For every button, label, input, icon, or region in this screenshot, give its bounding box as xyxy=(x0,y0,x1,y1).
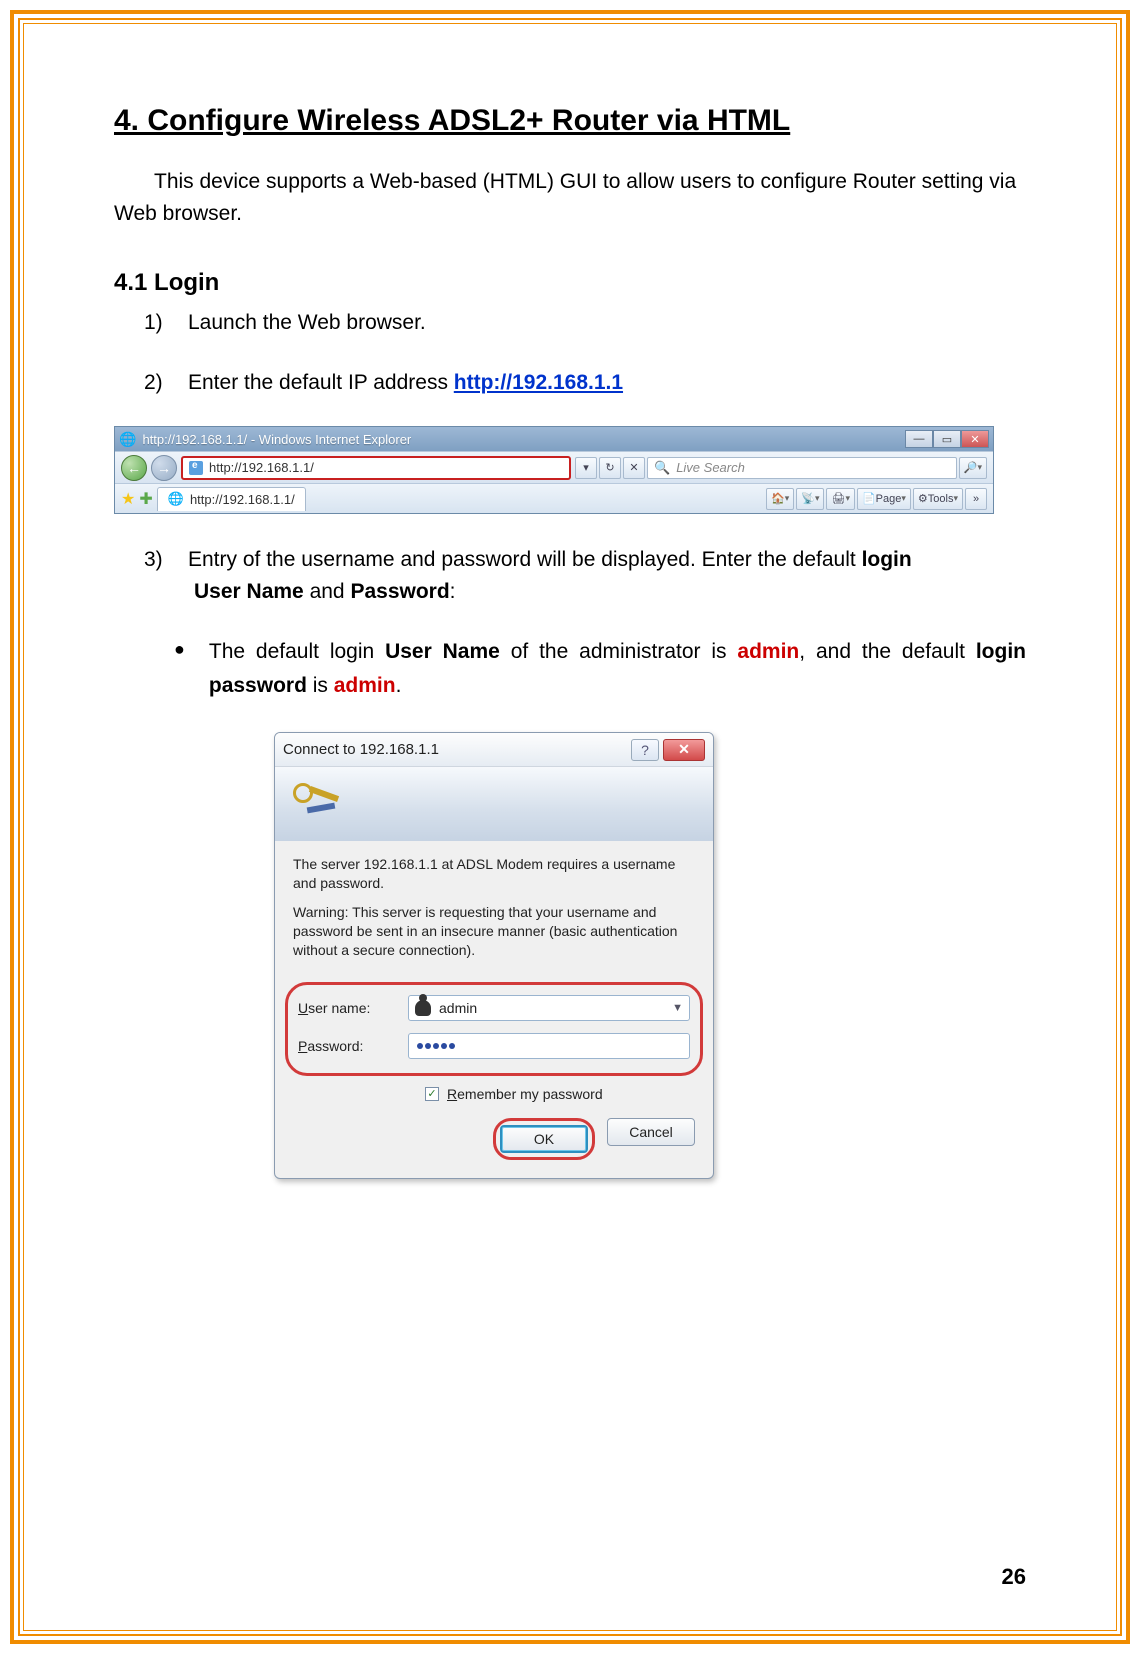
page-menu-button[interactable]: 📄 Page ▾ xyxy=(857,488,911,510)
text: , and the default xyxy=(799,640,976,663)
step-3-cont: User Name and Password: xyxy=(194,576,1026,608)
dialog-body: The server 192.168.1.1 at ADSL Modem req… xyxy=(275,841,713,975)
address-bar[interactable]: http://192.168.1.1/ xyxy=(181,456,571,480)
label-rest: emember my password xyxy=(457,1086,603,1102)
username-value: admin xyxy=(439,1000,477,1016)
auth-dialog: Connect to 192.168.1.1 ? ✕ The server 19… xyxy=(274,732,714,1178)
dialog-titlebar: Connect to 192.168.1.1 ? ✕ xyxy=(275,733,713,767)
stop-button[interactable]: ✕ xyxy=(623,457,645,479)
step-number: 3) xyxy=(144,544,172,576)
subsection-heading: 4.1 Login xyxy=(114,269,1026,297)
close-button[interactable]: ✕ xyxy=(961,430,989,448)
page-icon xyxy=(189,461,203,475)
refresh-button[interactable]: ↻ xyxy=(599,457,621,479)
search-icon: 🔍 xyxy=(654,460,670,476)
remember-row: ✓ Remember my password xyxy=(425,1086,713,1102)
text-emphasis: admin xyxy=(334,674,396,697)
minimize-button[interactable]: — xyxy=(905,430,933,448)
window-title: http://192.168.1.1/ - Windows Internet E… xyxy=(142,432,899,447)
label: Page xyxy=(876,493,902,505)
intro-paragraph: This device supports a Web-based (HTML) … xyxy=(114,166,1026,229)
dialog-banner xyxy=(275,767,713,841)
dialog-message-1: The server 192.168.1.1 at ADSL Modem req… xyxy=(293,855,695,893)
search-go-button[interactable]: 🔎 ▾ xyxy=(959,457,987,479)
username-combo[interactable]: admin ▼ xyxy=(408,995,690,1021)
feeds-button[interactable]: 📡 ▾ xyxy=(796,488,824,510)
credentials-group: User name: admin ▼ Password: xyxy=(285,982,703,1076)
text-bold: Password xyxy=(350,580,449,603)
text: is xyxy=(307,674,334,697)
text-bold: login xyxy=(862,548,912,571)
ie-tab-row: ★ ✚ 🌐 http://192.168.1.1/ 🏠 ▾ 📡 ▾ 🖨 ▾ 📄 … xyxy=(115,483,993,513)
cancel-button[interactable]: Cancel xyxy=(607,1118,695,1146)
step-number: 1) xyxy=(144,307,172,339)
mnemonic: P xyxy=(298,1038,307,1054)
text: of the administrator is xyxy=(500,640,738,663)
tools-menu-button[interactable]: ⚙ Tools ▾ xyxy=(913,488,963,510)
text: and xyxy=(304,580,351,603)
address-dropdown-button[interactable]: ▾ xyxy=(575,457,597,479)
ie-titlebar: 🌐 http://192.168.1.1/ - Windows Internet… xyxy=(115,427,993,451)
maximize-button[interactable]: ▭ xyxy=(933,430,961,448)
page-number: 26 xyxy=(1002,1564,1026,1590)
remember-checkbox[interactable]: ✓ xyxy=(425,1087,439,1101)
chevron-down-icon: ▼ xyxy=(672,1002,683,1014)
search-placeholder: Live Search xyxy=(676,460,745,475)
dialog-button-row: OK Cancel xyxy=(275,1118,713,1178)
tab-label: http://192.168.1.1/ xyxy=(190,492,295,507)
step-text: Launch the Web browser. xyxy=(188,307,1026,339)
person-icon xyxy=(415,1000,431,1016)
text-emphasis: admin xyxy=(737,640,799,663)
default-ip-link[interactable]: http://192.168.1.1 xyxy=(454,371,623,394)
dialog-message-2: Warning: This server is requesting that … xyxy=(293,903,695,960)
forward-button[interactable]: → xyxy=(151,455,177,481)
keys-icon xyxy=(291,779,341,829)
text-bold: User Name xyxy=(385,640,500,663)
dialog-close-button[interactable]: ✕ xyxy=(663,739,705,761)
ie-nav-row: ← → http://192.168.1.1/ ▾ ↻ ✕ 🔍 Live Sea… xyxy=(115,451,993,483)
password-input[interactable] xyxy=(408,1033,690,1059)
text: . xyxy=(396,674,402,697)
search-box[interactable]: 🔍 Live Search xyxy=(647,457,957,479)
password-label: Password: xyxy=(298,1038,408,1054)
browser-tab[interactable]: 🌐 http://192.168.1.1/ xyxy=(157,487,306,511)
ok-button[interactable]: OK xyxy=(500,1125,588,1153)
text: Entry of the username and password will … xyxy=(188,548,862,571)
back-button[interactable]: ← xyxy=(121,455,147,481)
text: The default login xyxy=(209,640,385,663)
bullet-item: ● The default login User Name of the adm… xyxy=(174,635,1026,702)
dialog-title: Connect to 192.168.1.1 xyxy=(283,741,631,758)
bullet-text: The default login User Name of the admin… xyxy=(209,635,1026,702)
ok-highlight: OK xyxy=(493,1118,595,1160)
bullet-icon: ● xyxy=(174,635,185,702)
help-button[interactable]: ? xyxy=(631,739,659,761)
toolbar-overflow-button[interactable]: » xyxy=(965,488,987,510)
remember-label: Remember my password xyxy=(447,1086,603,1102)
text-bold: User Name xyxy=(194,580,304,603)
ie-favicon-icon: 🌐 xyxy=(119,431,136,448)
step-1: 1) Launch the Web browser. xyxy=(144,307,1026,339)
ie-window: 🌐 http://192.168.1.1/ - Windows Internet… xyxy=(114,426,994,514)
step-text: User Name and Password: xyxy=(194,576,1026,608)
step-text: Entry of the username and password will … xyxy=(188,544,1026,576)
step-text: Enter the default IP address http://192.… xyxy=(188,367,1026,399)
print-button[interactable]: 🖨 ▾ xyxy=(826,488,855,510)
mnemonic: U xyxy=(298,1000,308,1016)
label-rest: assword: xyxy=(307,1038,363,1054)
label: Tools xyxy=(928,493,954,505)
text: Enter the default IP address xyxy=(188,371,454,394)
step-3: 3) Entry of the username and password wi… xyxy=(144,544,1026,576)
step-2: 2) Enter the default IP address http://1… xyxy=(144,367,1026,399)
add-favorite-icon[interactable]: ✚ xyxy=(139,489,152,509)
step-number: 2) xyxy=(144,367,172,399)
favorites-icon[interactable]: ★ xyxy=(121,489,135,509)
mnemonic: R xyxy=(447,1086,457,1102)
username-label: User name: xyxy=(298,1000,408,1016)
address-text: http://192.168.1.1/ xyxy=(209,460,314,475)
section-heading: 4. Configure Wireless ADSL2+ Router via … xyxy=(114,104,1026,138)
globe-icon: 🌐 xyxy=(168,491,184,507)
text: : xyxy=(450,580,456,603)
label-rest: ser name: xyxy=(308,1000,370,1016)
home-button[interactable]: 🏠 ▾ xyxy=(766,488,794,510)
